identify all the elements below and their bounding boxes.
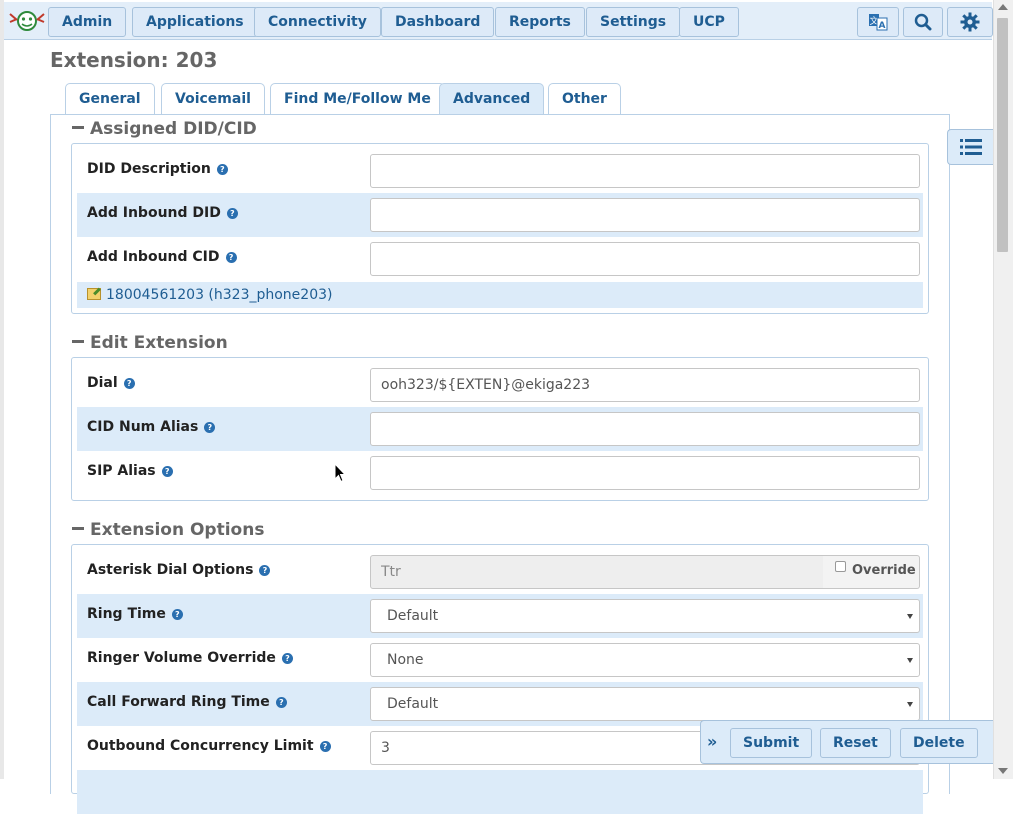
scroll-up-icon[interactable] — [998, 4, 1008, 10]
dial-input[interactable] — [370, 368, 920, 402]
edit-icon — [87, 288, 101, 300]
tab-voicemail[interactable]: Voicemail — [161, 83, 265, 115]
form-row: Add Inbound DID? — [77, 193, 923, 237]
form-row: SIP Alias? — [77, 451, 923, 495]
double-chevron-right-icon[interactable]: » — [707, 732, 717, 751]
gear-icon — [960, 12, 980, 32]
field-label: Ring Time? — [87, 606, 183, 622]
form-row: CID Num Alias? — [77, 407, 923, 451]
assigned-did-link[interactable]: 18004561203 (h323_phone203) — [77, 282, 923, 308]
delete-button[interactable]: Delete — [900, 728, 978, 758]
window-edge — [0, 0, 4, 779]
form-row — [77, 770, 923, 814]
override-toggle[interactable]: Override — [823, 555, 920, 589]
nav-dashboard[interactable]: Dashboard — [381, 7, 495, 37]
ringer-volume-override-select[interactable]: None — [370, 643, 920, 677]
scrollbar-thumb[interactable] — [997, 18, 1008, 252]
fieldset-did: DID Description? Add Inbound DID? Add In… — [71, 143, 929, 314]
nav-ucp[interactable]: UCP — [679, 7, 739, 37]
submit-button[interactable]: Submit — [730, 728, 813, 758]
page-title: Extension: 203 — [50, 48, 218, 72]
reset-button[interactable]: Reset — [820, 728, 891, 758]
list-icon — [959, 139, 982, 155]
form-row: Dial? — [77, 363, 923, 407]
section-toggle-edit[interactable]: Edit Extension — [72, 333, 228, 353]
tab-other[interactable]: Other — [548, 83, 621, 115]
action-bar: » Submit Reset Delete — [700, 720, 993, 764]
section-title-edit: Edit Extension — [90, 333, 228, 353]
chevron-down-icon — [907, 658, 913, 663]
assigned-did-text: 18004561203 (h323_phone203) — [106, 287, 333, 303]
chevron-down-icon — [907, 614, 913, 619]
scroll-down-icon[interactable] — [998, 768, 1008, 774]
did-description-input[interactable] — [370, 154, 920, 188]
field-label: CID Num Alias? — [87, 419, 216, 435]
help-icon[interactable]: ? — [123, 378, 135, 389]
ring-time-select[interactable]: Default — [370, 599, 920, 633]
help-icon[interactable]: ? — [281, 653, 293, 664]
field-label: DID Description? — [87, 161, 228, 177]
tab-find-me-follow-me[interactable]: Find Me/Follow Me — [270, 83, 445, 115]
section-toggle-did[interactable]: Assigned DID/CID — [72, 119, 257, 139]
nav-reports[interactable]: Reports — [495, 7, 585, 37]
call-forward-ring-time-select[interactable]: Default — [370, 687, 920, 721]
field-label: Asterisk Dial Options? — [87, 562, 271, 578]
help-icon[interactable]: ? — [275, 697, 287, 708]
nav-admin[interactable]: Admin — [48, 7, 127, 37]
asterisk-dial-options-input — [370, 555, 824, 589]
tab-general[interactable]: General — [65, 83, 155, 115]
override-checkbox[interactable] — [835, 561, 846, 572]
sip-alias-input[interactable] — [370, 456, 920, 490]
section-title-did: Assigned DID/CID — [90, 119, 257, 139]
section-list-toggle[interactable] — [947, 129, 993, 165]
help-icon[interactable]: ? — [216, 164, 228, 175]
nav-settings[interactable]: Settings — [586, 7, 681, 37]
field-label: Add Inbound CID? — [87, 249, 237, 265]
scrollbar[interactable] — [993, 0, 1013, 779]
help-icon[interactable]: ? — [319, 741, 331, 752]
add-inbound-cid-input[interactable] — [370, 242, 920, 276]
mouse-cursor-icon — [334, 463, 346, 483]
collapse-icon — [72, 340, 84, 343]
help-icon[interactable]: ? — [161, 466, 173, 477]
form-row: Ring Time? Default — [77, 594, 923, 638]
field-label: Add Inbound DID? — [87, 205, 238, 221]
svg-text:A: A — [879, 21, 886, 31]
search-icon — [914, 13, 932, 31]
translate-icon: 文 A — [869, 14, 888, 31]
field-label: Outbound Concurrency Limit? — [87, 738, 331, 754]
cid-num-alias-input[interactable] — [370, 412, 920, 446]
add-inbound-did-input[interactable] — [370, 198, 920, 232]
help-icon[interactable]: ? — [171, 609, 183, 620]
section-title-options: Extension Options — [90, 520, 265, 540]
help-icon[interactable]: ? — [259, 565, 271, 576]
chevron-down-icon — [907, 702, 913, 707]
settings-button[interactable] — [947, 7, 993, 37]
search-button[interactable] — [903, 7, 943, 37]
form-row: Add Inbound CID? — [77, 237, 923, 281]
field-label: Ringer Volume Override? — [87, 650, 293, 666]
freepbx-logo[interactable] — [8, 8, 46, 34]
form-row: Asterisk Dial Options? Override — [77, 550, 923, 594]
collapse-icon — [72, 527, 84, 530]
section-toggle-options[interactable]: Extension Options — [72, 520, 264, 540]
language-button[interactable]: 文 A — [857, 7, 899, 37]
help-icon[interactable]: ? — [204, 422, 216, 433]
form-row: DID Description? — [77, 149, 923, 193]
tab-advanced[interactable]: Advanced — [439, 83, 545, 115]
nav-applications[interactable]: Applications — [132, 7, 258, 37]
collapse-icon — [72, 126, 84, 129]
field-label: Call Forward Ring Time? — [87, 694, 287, 710]
field-label: Dial? — [87, 375, 135, 391]
help-icon[interactable]: ? — [226, 208, 238, 219]
field-label: SIP Alias? — [87, 463, 173, 479]
form-row: Ringer Volume Override? None — [77, 638, 923, 682]
top-nav-bar: Admin Applications Connectivity Dashboar… — [4, 2, 993, 40]
fieldset-edit: Dial? CID Num Alias? SIP Alias? — [71, 357, 929, 501]
help-icon[interactable]: ? — [225, 252, 237, 263]
nav-connectivity[interactable]: Connectivity — [254, 7, 381, 37]
